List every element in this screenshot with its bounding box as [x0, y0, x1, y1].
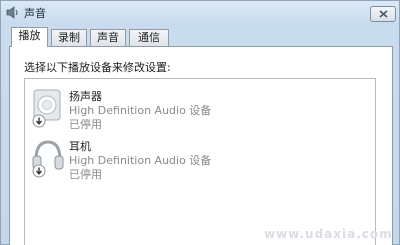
- device-status: 已停用: [69, 168, 102, 181]
- tab-communications[interactable]: 通信: [129, 29, 169, 46]
- close-button[interactable]: [370, 6, 396, 22]
- device-speakers[interactable]: 扬声器 High Definition Audio 设备 已停用: [25, 85, 375, 131]
- speaker-icon: [6, 6, 20, 19]
- watermark: www.udaxia.com: [264, 227, 393, 241]
- playback-panel: 选择以下播放设备来修改设置: 扬声器 High Definition Audio…: [9, 46, 393, 245]
- device-list: 扬声器 High Definition Audio 设备 已停用 耳机 High…: [24, 78, 376, 245]
- tab-playback[interactable]: 播放: [11, 27, 48, 47]
- close-icon: [379, 10, 388, 18]
- window-title: 声音: [24, 7, 46, 20]
- instruction-text: 选择以下播放设备来修改设置:: [24, 61, 171, 74]
- sound-dialog: 声音 播放 录制 声音 通信 选择以下播放设备来修改设置: 扬声器 High D…: [0, 0, 400, 245]
- device-headphones[interactable]: 耳机 High Definition Audio 设备 已停用: [25, 135, 375, 181]
- speaker-device-icon: [31, 88, 65, 128]
- tab-sounds[interactable]: 声音: [90, 29, 126, 46]
- headphones-icon: [31, 138, 65, 178]
- tab-recording[interactable]: 录制: [51, 29, 87, 46]
- device-status: 已停用: [69, 118, 102, 131]
